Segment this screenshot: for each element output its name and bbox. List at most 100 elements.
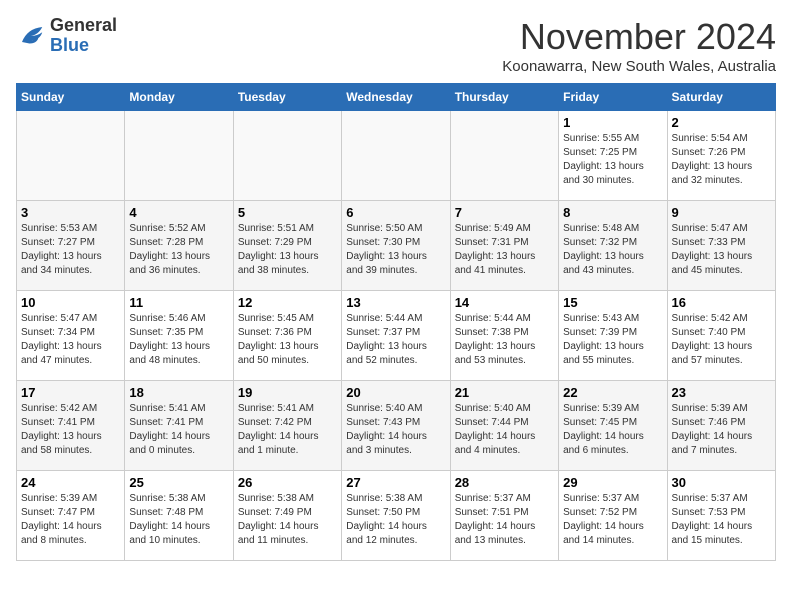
calendar-cell: 29 Sunrise: 5:37 AM Sunset: 7:52 PM Dayli…: [559, 471, 667, 561]
day-info: Sunrise: 5:53 AM Sunset: 7:27 PM Dayligh…: [21, 222, 120, 278]
day-info: Sunrise: 5:41 AM Sunset: 7:42 PM Dayligh…: [238, 402, 337, 458]
day-number: 30: [672, 475, 771, 490]
calendar-cell: 16 Sunrise: 5:42 AM Sunset: 7:40 PM Dayli…: [667, 291, 775, 381]
calendar-cell: [17, 111, 125, 201]
day-info: Sunrise: 5:54 AM Sunset: 7:26 PM Dayligh…: [672, 132, 771, 188]
calendar-cell: 2 Sunrise: 5:54 AM Sunset: 7:26 PM Daylig…: [667, 111, 775, 201]
calendar-table: SundayMondayTuesdayWednesdayThursdayFrid…: [16, 83, 776, 561]
calendar-cell: 20Sunrise: 5:40 AM Sunset: 7:43 PM Dayli…: [342, 381, 450, 471]
day-number: 9: [672, 205, 771, 220]
calendar-cell: 11 Sunrise: 5:46 AM Sunset: 7:35 PM Dayli…: [125, 291, 233, 381]
title-area: November 2024 Koonawarra, New South Wale…: [502, 16, 776, 75]
day-info: Sunrise: 5:43 AM Sunset: 7:39 PM Dayligh…: [563, 312, 662, 368]
day-info: Sunrise: 5:38 AM Sunset: 7:50 PM Dayligh…: [346, 492, 445, 548]
day-number: 25: [129, 475, 228, 490]
calendar-cell: 10Sunrise: 5:47 AM Sunset: 7:34 PM Dayli…: [17, 291, 125, 381]
calendar-cell: 23 Sunrise: 5:39 AM Sunset: 7:46 PM Dayli…: [667, 381, 775, 471]
day-number: 2: [672, 115, 771, 130]
day-info: Sunrise: 5:38 AM Sunset: 7:49 PM Dayligh…: [238, 492, 337, 548]
weekday-header-saturday: Saturday: [667, 84, 775, 111]
calendar-cell: 7 Sunrise: 5:49 AM Sunset: 7:31 PM Daylig…: [450, 201, 558, 291]
day-info: Sunrise: 5:50 AM Sunset: 7:30 PM Dayligh…: [346, 222, 445, 278]
day-number: 19: [238, 385, 337, 400]
day-info: Sunrise: 5:51 AM Sunset: 7:29 PM Dayligh…: [238, 222, 337, 278]
day-number: 17: [21, 385, 120, 400]
calendar-week-row: 3 Sunrise: 5:53 AM Sunset: 7:27 PM Daylig…: [17, 201, 776, 291]
weekday-header-tuesday: Tuesday: [233, 84, 341, 111]
calendar-week-row: 17 Sunrise: 5:42 AM Sunset: 7:41 PM Dayli…: [17, 381, 776, 471]
calendar-cell: [125, 111, 233, 201]
logo: General Blue: [16, 16, 117, 56]
calendar-cell: 5 Sunrise: 5:51 AM Sunset: 7:29 PM Daylig…: [233, 201, 341, 291]
weekday-header-wednesday: Wednesday: [342, 84, 450, 111]
day-info: Sunrise: 5:39 AM Sunset: 7:46 PM Dayligh…: [672, 402, 771, 458]
calendar-cell: 1 Sunrise: 5:55 AM Sunset: 7:25 PM Daylig…: [559, 111, 667, 201]
day-info: Sunrise: 5:47 AM Sunset: 7:34 PM Dayligh…: [21, 312, 120, 368]
day-info: Sunrise: 5:37 AM Sunset: 7:51 PM Dayligh…: [455, 492, 554, 548]
day-info: Sunrise: 5:37 AM Sunset: 7:53 PM Dayligh…: [672, 492, 771, 548]
day-number: 16: [672, 295, 771, 310]
day-number: 14: [455, 295, 554, 310]
day-number: 3: [21, 205, 120, 220]
day-info: Sunrise: 5:40 AM Sunset: 7:43 PM Dayligh…: [346, 402, 445, 458]
calendar-cell: 28Sunrise: 5:37 AM Sunset: 7:51 PM Dayli…: [450, 471, 558, 561]
calendar-cell: 9 Sunrise: 5:47 AM Sunset: 7:33 PM Daylig…: [667, 201, 775, 291]
day-info: Sunrise: 5:40 AM Sunset: 7:44 PM Dayligh…: [455, 402, 554, 458]
day-info: Sunrise: 5:38 AM Sunset: 7:48 PM Dayligh…: [129, 492, 228, 548]
day-info: Sunrise: 5:55 AM Sunset: 7:25 PM Dayligh…: [563, 132, 662, 188]
calendar-cell: 18 Sunrise: 5:41 AM Sunset: 7:41 PM Dayli…: [125, 381, 233, 471]
calendar-cell: 14 Sunrise: 5:44 AM Sunset: 7:38 PM Dayli…: [450, 291, 558, 381]
calendar-cell: 21 Sunrise: 5:40 AM Sunset: 7:44 PM Dayli…: [450, 381, 558, 471]
weekday-header-row: SundayMondayTuesdayWednesdayThursdayFrid…: [17, 84, 776, 111]
day-number: 24: [21, 475, 120, 490]
weekday-header-monday: Monday: [125, 84, 233, 111]
day-info: Sunrise: 5:52 AM Sunset: 7:28 PM Dayligh…: [129, 222, 228, 278]
logo-bird-icon: [16, 21, 46, 51]
weekday-header-thursday: Thursday: [450, 84, 558, 111]
day-info: Sunrise: 5:44 AM Sunset: 7:37 PM Dayligh…: [346, 312, 445, 368]
location: Koonawarra, New South Wales, Australia: [502, 58, 776, 75]
day-number: 29: [563, 475, 662, 490]
calendar-cell: 25 Sunrise: 5:38 AM Sunset: 7:48 PM Dayli…: [125, 471, 233, 561]
month-title: November 2024: [502, 16, 776, 58]
day-number: 21: [455, 385, 554, 400]
day-info: Sunrise: 5:46 AM Sunset: 7:35 PM Dayligh…: [129, 312, 228, 368]
day-info: Sunrise: 5:47 AM Sunset: 7:33 PM Dayligh…: [672, 222, 771, 278]
day-number: 13: [346, 295, 445, 310]
day-number: 11: [129, 295, 228, 310]
calendar-week-row: 1 Sunrise: 5:55 AM Sunset: 7:25 PM Daylig…: [17, 111, 776, 201]
page-header: General Blue November 2024 Koonawarra, N…: [16, 16, 776, 75]
calendar-cell: 30 Sunrise: 5:37 AM Sunset: 7:53 PM Dayli…: [667, 471, 775, 561]
day-info: Sunrise: 5:44 AM Sunset: 7:38 PM Dayligh…: [455, 312, 554, 368]
day-info: Sunrise: 5:41 AM Sunset: 7:41 PM Dayligh…: [129, 402, 228, 458]
calendar-cell: 19 Sunrise: 5:41 AM Sunset: 7:42 PM Dayli…: [233, 381, 341, 471]
calendar-cell: 4 Sunrise: 5:52 AM Sunset: 7:28 PM Daylig…: [125, 201, 233, 291]
calendar-cell: [342, 111, 450, 201]
day-number: 7: [455, 205, 554, 220]
day-info: Sunrise: 5:42 AM Sunset: 7:40 PM Dayligh…: [672, 312, 771, 368]
calendar-cell: 12Sunrise: 5:45 AM Sunset: 7:36 PM Dayli…: [233, 291, 341, 381]
logo-text: General Blue: [50, 16, 117, 56]
day-number: 27: [346, 475, 445, 490]
calendar-cell: 26 Sunrise: 5:38 AM Sunset: 7:49 PM Dayli…: [233, 471, 341, 561]
calendar-cell: 6Sunrise: 5:50 AM Sunset: 7:30 PM Daylig…: [342, 201, 450, 291]
weekday-header-friday: Friday: [559, 84, 667, 111]
calendar-cell: [450, 111, 558, 201]
calendar-cell: [233, 111, 341, 201]
day-info: Sunrise: 5:42 AM Sunset: 7:41 PM Dayligh…: [21, 402, 120, 458]
day-number: 26: [238, 475, 337, 490]
day-number: 5: [238, 205, 337, 220]
day-info: Sunrise: 5:49 AM Sunset: 7:31 PM Dayligh…: [455, 222, 554, 278]
day-info: Sunrise: 5:37 AM Sunset: 7:52 PM Dayligh…: [563, 492, 662, 548]
day-number: 8: [563, 205, 662, 220]
day-info: Sunrise: 5:48 AM Sunset: 7:32 PM Dayligh…: [563, 222, 662, 278]
calendar-cell: 15Sunrise: 5:43 AM Sunset: 7:39 PM Dayli…: [559, 291, 667, 381]
calendar-week-row: 10Sunrise: 5:47 AM Sunset: 7:34 PM Dayli…: [17, 291, 776, 381]
calendar-cell: 22Sunrise: 5:39 AM Sunset: 7:45 PM Dayli…: [559, 381, 667, 471]
day-number: 23: [672, 385, 771, 400]
day-number: 18: [129, 385, 228, 400]
day-number: 4: [129, 205, 228, 220]
calendar-week-row: 24Sunrise: 5:39 AM Sunset: 7:47 PM Dayli…: [17, 471, 776, 561]
day-number: 1: [563, 115, 662, 130]
calendar-cell: 13 Sunrise: 5:44 AM Sunset: 7:37 PM Dayli…: [342, 291, 450, 381]
